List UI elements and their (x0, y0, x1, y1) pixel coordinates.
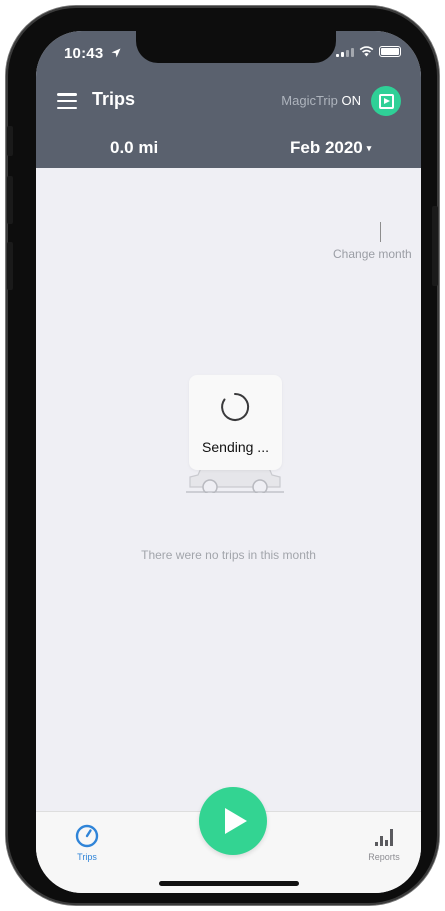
change-month-hint: Change month (333, 247, 412, 261)
sending-progress-hud: Sending ... (189, 375, 282, 470)
total-distance: 0.0 mi (110, 138, 159, 157)
phone-frame: 10:43 Trips MagicTrip ON 0.0 mi Feb 2020… (6, 6, 439, 905)
volume-up-button (7, 176, 13, 224)
empty-state-message: There were no trips in this month (141, 548, 316, 562)
tab-reports-label: Reports (368, 852, 400, 862)
change-month-hint-line (380, 222, 381, 242)
loading-spinner-icon (221, 392, 250, 421)
tab-trips-label: Trips (77, 852, 97, 862)
power-button (432, 206, 438, 286)
page-title: Trips (92, 89, 136, 109)
cellular-signal-icon (336, 47, 354, 57)
status-time: 10:43 (64, 45, 121, 62)
magictrip-label: MagicTrip (281, 93, 338, 108)
notch (136, 31, 336, 63)
wifi-icon (359, 46, 374, 57)
sending-label: Sending ... (202, 439, 269, 455)
tab-trips[interactable]: Trips (57, 824, 117, 862)
magictrip-status: MagicTrip ON (281, 93, 361, 108)
bar-chart-icon (375, 829, 393, 846)
start-trip-play-button[interactable] (199, 787, 267, 855)
mute-switch (7, 126, 13, 156)
speedometer-icon (75, 824, 99, 848)
month-selector[interactable]: Feb 2020 ▾ (290, 138, 371, 158)
home-indicator[interactable] (159, 881, 299, 886)
magictrip-icon (378, 93, 394, 109)
chevron-down-icon: ▾ (366, 143, 372, 153)
magictrip-state: ON (341, 93, 362, 108)
tab-reports[interactable]: Reports (354, 824, 414, 862)
month-label: Feb 2020 (290, 138, 363, 157)
app-screen: 10:43 Trips MagicTrip ON 0.0 mi Feb 2020… (36, 31, 421, 893)
status-time-text: 10:43 (64, 45, 104, 62)
battery-icon (379, 46, 401, 57)
status-indicators (336, 46, 401, 57)
hamburger-menu-icon[interactable] (57, 93, 77, 109)
magictrip-toggle-button[interactable] (371, 86, 401, 116)
location-arrow-icon (111, 48, 121, 58)
volume-down-button (7, 242, 13, 290)
